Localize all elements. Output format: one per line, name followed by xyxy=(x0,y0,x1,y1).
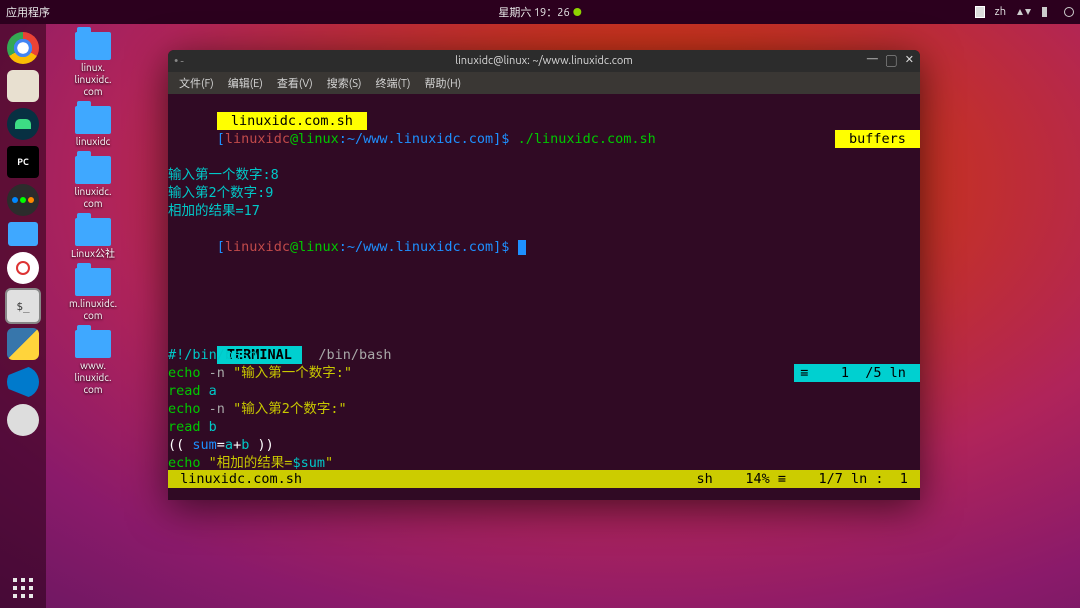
code-line: read a xyxy=(168,382,920,400)
menu-view[interactable]: 查看(V) xyxy=(272,75,318,91)
notification-dot-icon xyxy=(574,8,582,16)
desktop-folder-label: linuxidc. com xyxy=(74,186,111,210)
launcher-dock: PC $_ xyxy=(0,24,46,608)
desktop-folder-label: m.linuxidc. com xyxy=(69,298,117,322)
desktop-folder-label: linuxidc xyxy=(76,136,110,148)
statusline-position: sh 14% ≡ 1/7 ln : 1 xyxy=(697,470,916,488)
network-icon[interactable] xyxy=(1016,9,1032,15)
desktop-folder[interactable]: linuxidc. com xyxy=(56,156,130,210)
statusline-filename: linuxidc.com.sh xyxy=(172,470,302,488)
clock[interactable]: 星期六 19：26 xyxy=(498,4,581,20)
window-titlebar[interactable]: •- linuxidc@linux: ~/www.linuxidc.com — … xyxy=(168,50,920,72)
desktop-folder[interactable]: linux. linuxidc. com xyxy=(56,32,130,98)
dock-screenshot-icon[interactable] xyxy=(7,252,39,284)
folder-icon xyxy=(75,106,111,134)
close-button[interactable]: ✕ xyxy=(905,53,914,69)
dock-blank-icon[interactable] xyxy=(7,404,39,436)
app-grid-icon[interactable] xyxy=(13,578,33,598)
vim-tab-buffers[interactable]: buffers xyxy=(835,130,920,148)
output-line: 输入第2个数字:9 xyxy=(168,184,920,202)
menu-help[interactable]: 帮助(H) xyxy=(420,75,467,91)
folder-icon xyxy=(75,32,111,60)
code-line: echo -n "输入第一个数字:" xyxy=(168,364,920,382)
applications-menu[interactable]: 应用程序 xyxy=(6,4,50,20)
dock-vscode-icon[interactable] xyxy=(7,366,39,398)
dock-settings-icon[interactable] xyxy=(7,184,39,216)
output-line: 输入第一个数字:8 xyxy=(168,166,920,184)
desktop-folder[interactable]: Linux公社 xyxy=(56,218,130,260)
sound-icon[interactable] xyxy=(1042,7,1054,17)
desktop-folder[interactable]: linuxidc xyxy=(56,106,130,148)
keyboard-indicator-icon[interactable] xyxy=(975,6,985,18)
window-title: linuxidc@linux: ~/www.linuxidc.com xyxy=(455,55,633,67)
vim-tab-label: linuxidc.com.sh xyxy=(231,113,353,129)
dock-pycharm-icon[interactable]: PC xyxy=(7,146,39,178)
dock-files-icon[interactable] xyxy=(7,70,39,102)
output-line: 相加的结果=17 xyxy=(168,202,920,220)
prompt-bracket: ]$ xyxy=(493,131,517,147)
desktop-icons: linux. linuxidc. com linuxidc linuxidc. … xyxy=(56,32,130,396)
code-line: read b xyxy=(168,418,920,436)
vim-statusline: linuxidc.com.sh sh 14% ≡ 1/7 ln : 1 xyxy=(168,470,920,488)
prompt-bracket: ]$ xyxy=(493,239,517,255)
prompt-path: :~/www.linuxidc.com xyxy=(339,239,493,255)
terminal-menubar: 文件(F) 编辑(E) 查看(V) 搜索(S) 终端(T) 帮助(H) xyxy=(168,72,920,94)
code-line: (( sum=a+b )) xyxy=(168,436,920,454)
desktop-folder-label: www. linuxidc. com xyxy=(74,360,111,396)
cursor-icon xyxy=(518,240,526,255)
terminal-window: •- linuxidc@linux: ~/www.linuxidc.com — … xyxy=(168,50,920,500)
input-method-label[interactable]: zh xyxy=(995,6,1006,18)
prompt-user: linuxidc xyxy=(225,131,290,147)
dock-chrome-icon[interactable] xyxy=(7,32,39,64)
desktop-folder-label: linux. linuxidc. com xyxy=(74,62,111,98)
folder-icon xyxy=(75,268,111,296)
prompt-path: :~/www.linuxidc.com xyxy=(339,131,493,147)
prompt-bracket: [ xyxy=(217,131,225,147)
code-line: #!/bin/bash xyxy=(168,346,920,364)
menu-file[interactable]: 文件(F) xyxy=(174,75,219,91)
vim-tab-label: buffers xyxy=(849,131,906,147)
dock-android-icon[interactable] xyxy=(7,108,39,140)
desktop-folder[interactable]: m.linuxidc. com xyxy=(56,268,130,322)
folder-icon xyxy=(75,156,111,184)
prompt-host: @linux xyxy=(290,131,339,147)
desktop-folder[interactable]: www. linuxidc. com xyxy=(56,330,130,396)
menu-search[interactable]: 搜索(S) xyxy=(322,75,367,91)
dock-python-icon[interactable] xyxy=(7,328,39,360)
terminal-content[interactable]: linuxidc.com.sh buffers [linuxidc@linux:… xyxy=(168,94,920,500)
folder-icon xyxy=(75,218,111,246)
datetime-label: 星期六 19：26 xyxy=(498,4,569,20)
dock-folder-icon[interactable] xyxy=(8,222,38,246)
code-line: echo -n "输入第2个数字:" xyxy=(168,400,920,418)
dock-terminal-icon[interactable]: $_ xyxy=(7,290,39,322)
prompt-bracket: [ xyxy=(217,239,225,255)
vim-tab-active[interactable]: linuxidc.com.sh xyxy=(217,112,367,130)
top-panel: 应用程序 星期六 19：26 zh xyxy=(0,0,1080,24)
desktop-folder-label: Linux公社 xyxy=(71,248,115,260)
menu-edit[interactable]: 编辑(E) xyxy=(223,75,268,91)
power-icon[interactable] xyxy=(1064,7,1074,17)
window-menu-icon[interactable]: •- xyxy=(174,55,186,68)
command-text: ./linuxidc.com.sh xyxy=(518,131,656,147)
menu-terminal[interactable]: 终端(T) xyxy=(370,75,415,91)
prompt-user: linuxidc xyxy=(225,239,290,255)
minimize-button[interactable]: — xyxy=(867,53,878,69)
prompt-host: @linux xyxy=(290,239,339,255)
maximize-button[interactable]: ▢ xyxy=(886,53,897,69)
folder-icon xyxy=(75,330,111,358)
